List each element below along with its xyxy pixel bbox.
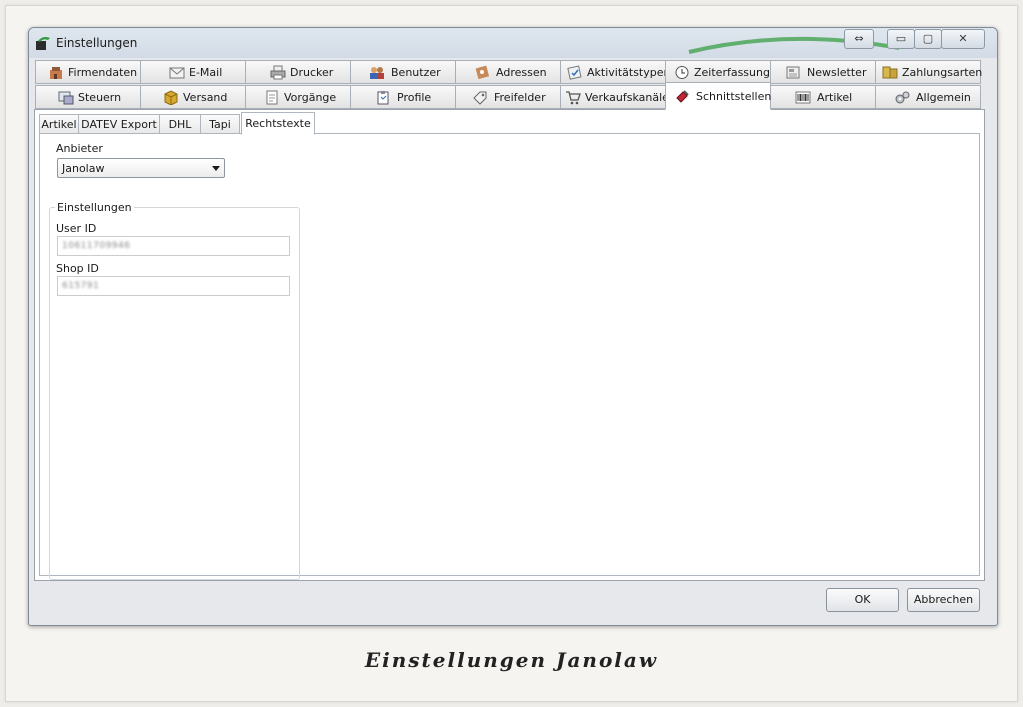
users-icon: [370, 67, 384, 79]
tab-artikel[interactable]: Artikel: [770, 85, 876, 109]
printer-icon: [270, 65, 286, 80]
tab-label: Profile: [397, 91, 432, 104]
document-icon: [266, 90, 278, 105]
tab-steuern[interactable]: Steuern: [35, 85, 141, 109]
tab-label: Verkaufskanäle: [585, 91, 669, 104]
tab-label: Firmendaten: [68, 66, 138, 79]
tab-label: Benutzer: [391, 66, 441, 79]
tab-label: Versand: [183, 91, 228, 104]
subtab-rechtstexte[interactable]: Rechtstexte: [241, 112, 315, 135]
tab-schnittstellen[interactable]: Schnittstellen: [665, 82, 771, 110]
tab-profile[interactable]: Profile: [350, 85, 456, 109]
minimize-button[interactable]: ▭: [887, 29, 915, 49]
title-bar[interactable]: Einstellungen ⇔ ▭ ▢ ✕: [29, 28, 997, 58]
app-logo-icon: [36, 37, 50, 50]
maximize-button[interactable]: ▢: [914, 29, 942, 49]
tab-zahlungsarten[interactable]: Zahlungsarten: [875, 60, 983, 84]
shop-id-field[interactable]: 615791: [57, 276, 290, 296]
provider-value: Janolaw: [62, 162, 105, 175]
gears-icon: [895, 91, 910, 104]
tab-label: Allgemein: [916, 91, 971, 104]
resize-button[interactable]: ⇔: [844, 29, 874, 49]
cancel-button[interactable]: Abbrechen: [907, 588, 980, 612]
tab-verkaufskanaele[interactable]: Verkaufskanäle: [560, 85, 669, 109]
tab-label: Newsletter: [807, 66, 867, 79]
image-caption: Einstellungen Janolaw: [364, 648, 659, 672]
shop-id-value: 615791: [62, 281, 100, 291]
user-id-value: 10611709946: [62, 241, 131, 251]
cart-icon: [566, 91, 581, 105]
newsletter-icon: [786, 66, 800, 79]
shop-id-label: Shop ID: [56, 262, 99, 275]
ok-button[interactable]: OK: [826, 588, 899, 612]
tab-email[interactable]: E-Mail: [140, 60, 246, 84]
tab-freifelder[interactable]: Freifelder: [455, 85, 561, 109]
tab-zeiterfassung[interactable]: Zeiterfassung: [665, 60, 771, 84]
group-title: Einstellungen: [55, 201, 134, 214]
tab-label: E-Mail: [189, 66, 223, 79]
tab-label: Artikel: [817, 91, 853, 104]
tab-label: Vorgänge: [284, 91, 337, 104]
close-button[interactable]: ✕: [941, 29, 985, 49]
subtab-dhl[interactable]: DHL: [159, 114, 201, 134]
tab-label: Schnittstellen: [696, 90, 772, 103]
clock-icon: [675, 66, 689, 79]
payment-icon: [882, 66, 898, 79]
tab-label: Aktivitätstypen: [587, 66, 671, 79]
tab-aktivitaetstypen[interactable]: Aktivitätstypen: [560, 60, 670, 84]
tab-vorgaenge[interactable]: Vorgänge: [245, 85, 351, 109]
barcode-icon: [795, 91, 811, 104]
subtab-tapi[interactable]: Tapi: [200, 114, 240, 134]
subtab-artikel[interactable]: Artikel: [39, 114, 79, 134]
clipboard-icon: [377, 91, 389, 105]
rechtstexte-panel: Anbieter Janolaw Einstellungen User ID 1…: [39, 133, 980, 580]
chevron-down-icon: [212, 166, 220, 171]
window-title: Einstellungen: [56, 36, 138, 50]
address-book-icon: [475, 65, 490, 80]
tab-drucker[interactable]: Drucker: [245, 60, 351, 84]
checklist-icon: [567, 65, 582, 80]
tab-label: Drucker: [290, 66, 334, 79]
provider-select[interactable]: Janolaw: [57, 158, 225, 178]
plug-icon: [676, 90, 689, 103]
tab-firmendaten[interactable]: Firmendaten: [35, 60, 141, 84]
tab-label: Steuern: [78, 91, 122, 104]
user-id-label: User ID: [56, 222, 97, 235]
package-icon: [164, 90, 178, 105]
tab-allgemein[interactable]: Allgemein: [875, 85, 981, 109]
subtab-datev-export[interactable]: DATEV Export: [78, 114, 160, 134]
tab-versand[interactable]: Versand: [140, 85, 246, 109]
tag-icon: [473, 91, 487, 105]
user-id-field[interactable]: 10611709946: [57, 236, 290, 256]
tab-label: Zeiterfassung: [694, 66, 770, 79]
tab-benutzer[interactable]: Benutzer: [350, 60, 456, 84]
building-icon: [50, 67, 62, 79]
tab-adressen[interactable]: Adressen: [455, 60, 561, 84]
tab-label: Freifelder: [494, 91, 546, 104]
settings-window: Einstellungen ⇔ ▭ ▢ ✕ Firmendaten E-Mail…: [28, 27, 998, 626]
envelope-icon: [169, 67, 185, 79]
main-tab-bar: Firmendaten E-Mail Drucker Benutzer Adre…: [35, 60, 983, 110]
tax-icon: [58, 91, 74, 105]
tab-label: Adressen: [496, 66, 547, 79]
provider-label: Anbieter: [56, 142, 103, 155]
tab-label: Zahlungsarten: [902, 66, 983, 79]
tab-newsletter[interactable]: Newsletter: [770, 60, 876, 84]
tab-content-panel: Artikel DATEV Export DHL Tapi Rechtstext…: [34, 109, 985, 581]
